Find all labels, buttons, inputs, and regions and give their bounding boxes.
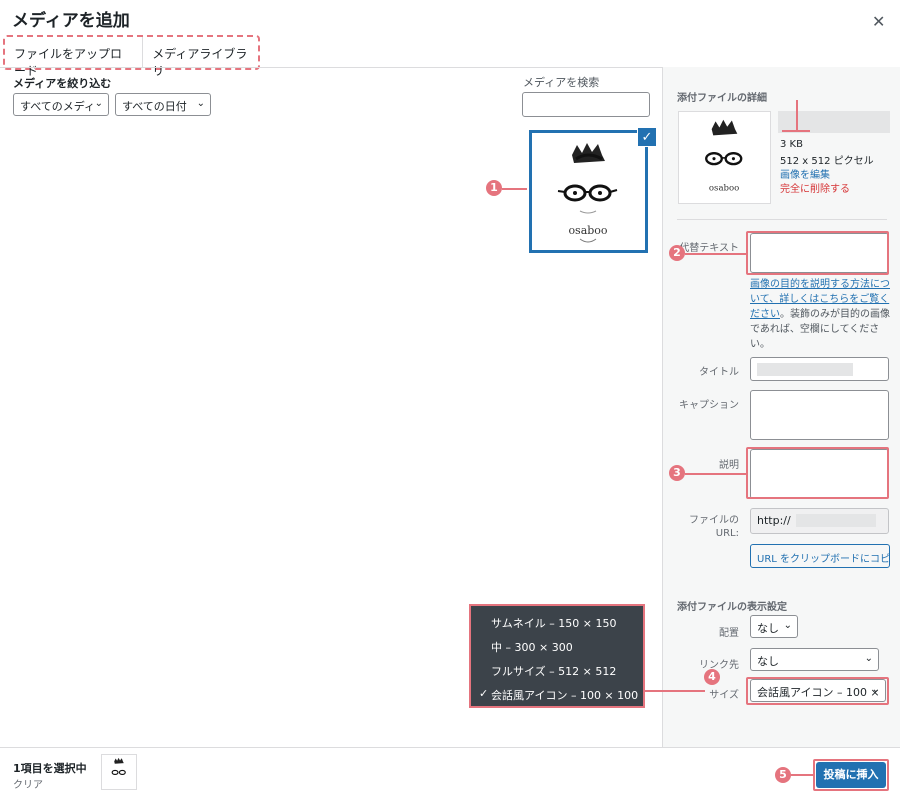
- edit-image-link[interactable]: 画像を編集: [780, 166, 830, 181]
- link-to-select[interactable]: なし ⌄: [750, 648, 879, 671]
- media-type-select[interactable]: すべてのメディ ⌄: [13, 93, 109, 116]
- insert-into-post-button[interactable]: 投稿に挿入: [816, 762, 886, 788]
- chevron-down-icon: ⌄: [196, 98, 205, 109]
- file-size-underline: [782, 130, 810, 132]
- search-label: メディアを検索: [523, 76, 600, 89]
- thumb-caption: osaboo: [709, 184, 739, 194]
- date-select[interactable]: すべての日付 ⌄: [115, 93, 211, 116]
- clear-selection-link[interactable]: クリア: [13, 776, 43, 791]
- delete-permanently-link[interactable]: 完全に削除する: [780, 180, 850, 195]
- media-type-value: すべてのメディ: [20, 100, 96, 113]
- title-label: タイトル: [699, 367, 739, 378]
- modal-footer: 1項目を選択中 クリア 投稿に挿入 5: [0, 747, 900, 795]
- link-to-value: なし: [757, 655, 779, 668]
- media-tabs: ファイルをアップロード メディアライブラリ: [3, 35, 260, 78]
- filter-label: メディアを絞り込む: [13, 77, 112, 90]
- file-url-field[interactable]: http://: [750, 508, 889, 534]
- size-option-thumbnail[interactable]: サムネイル – 150 × 150: [491, 615, 616, 631]
- tab-media-library[interactable]: メディアライブラリ: [143, 37, 258, 78]
- annotation-4: 4: [704, 669, 720, 685]
- osaboo-avatar-image: osaboo: [557, 143, 618, 243]
- chevron-down-icon: ⌄: [783, 620, 792, 631]
- attachment-sidebar: 添付ファイルの詳細 osaboo 3 KB 512 x 512 ピクセル 画像を…: [662, 67, 900, 747]
- alt-text-hint: 画像の目的を説明する方法について、詳しくはこちらをご覧ください。装飾のみが目的の…: [750, 277, 890, 352]
- title-field[interactable]: [750, 357, 889, 381]
- file-url-label: ファイルの URL:: [689, 515, 739, 539]
- annotation-5: 5: [775, 767, 791, 783]
- close-icon[interactable]: ✕: [872, 12, 885, 31]
- tab-upload-files[interactable]: ファイルをアップロード: [5, 37, 144, 78]
- align-select[interactable]: なし ⌄: [750, 615, 798, 638]
- details-heading: 添付ファイルの詳細: [677, 93, 767, 104]
- search-input[interactable]: [522, 92, 650, 117]
- size-label: サイズ: [709, 690, 739, 701]
- caption-field[interactable]: [750, 390, 889, 440]
- header-divider: [0, 67, 662, 68]
- size-option-full[interactable]: フルサイズ – 512 × 512: [491, 663, 616, 679]
- align-value: なし: [757, 622, 779, 635]
- checkmark-icon[interactable]: ✓: [637, 127, 657, 147]
- size-dropdown-menu: サムネイル – 150 × 150 中 – 300 × 300 フルサイズ – …: [469, 604, 645, 708]
- annotation-arrow-5: [791, 774, 813, 776]
- selection-count: 1項目を選択中: [13, 762, 87, 775]
- modal-title: メディアを追加: [12, 11, 130, 31]
- annotation-arrow-4: [645, 690, 705, 692]
- chevron-down-icon: ⌄: [871, 684, 880, 695]
- display-settings-heading: 添付ファイルの表示設定: [677, 602, 787, 613]
- size-option-chat-icon[interactable]: 会話風アイコン – 100 × 100: [491, 687, 638, 703]
- blurred-url: [796, 514, 876, 527]
- annotation-arrow-2: [685, 253, 747, 255]
- align-label: 配置: [719, 628, 739, 639]
- osaboo-avatar-image: [111, 757, 126, 776]
- annotation-arrow-1: [502, 188, 527, 190]
- copy-url-button[interactable]: URL をクリップボードにコピー: [750, 544, 890, 568]
- annotation-1: 1: [486, 180, 502, 196]
- file-url-value: http://: [757, 514, 791, 527]
- date-value: すべての日付: [122, 100, 187, 113]
- file-size: 3 KB: [780, 139, 803, 150]
- file-size-arrow: [796, 100, 798, 130]
- blurred-title-value: [757, 363, 853, 376]
- sidebar-divider: [677, 219, 887, 220]
- size-value: 会話風アイコン – 100 ×: [757, 686, 880, 699]
- annotation-2: 2: [669, 245, 685, 261]
- caption-label: キャプション: [679, 400, 739, 411]
- alt-text-field[interactable]: [750, 233, 889, 273]
- osaboo-avatar-image: osaboo: [705, 119, 743, 194]
- size-select[interactable]: 会話風アイコン – 100 × ⌄: [750, 679, 886, 702]
- annotation-3: 3: [669, 465, 685, 481]
- size-option-medium[interactable]: 中 – 300 × 300: [491, 639, 573, 655]
- media-thumbnail[interactable]: osaboo: [529, 130, 648, 253]
- thumb-caption: osaboo: [568, 224, 607, 237]
- link-to-label: リンク先: [699, 660, 739, 671]
- attachment-thumbnail: osaboo: [678, 111, 771, 204]
- selected-media-thumbnail[interactable]: [101, 754, 137, 790]
- image-dimensions: 512 x 512 ピクセル: [780, 156, 874, 167]
- checkmark-icon: ✓: [479, 687, 489, 700]
- chevron-down-icon: ⌄: [864, 653, 873, 664]
- description-field[interactable]: [750, 449, 889, 499]
- chevron-down-icon: ⌄: [94, 98, 103, 109]
- annotation-arrow-3: [685, 473, 747, 475]
